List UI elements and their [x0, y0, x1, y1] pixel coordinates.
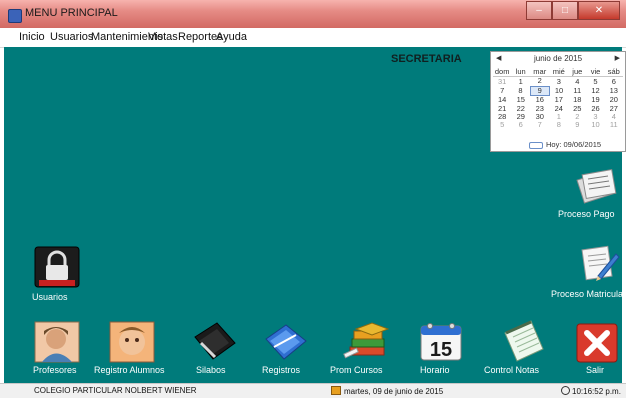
calendar-grid: dom lun mar mié jue vie sáb 31 1 2 3 4 5… — [493, 67, 623, 130]
registro-alumnos-label: Registro Alumnos — [94, 365, 165, 375]
calendar-day[interactable]: 31 — [493, 77, 511, 86]
app-icon — [8, 9, 22, 23]
window-title: MENU PRINCIPAL — [25, 7, 118, 19]
salir-label: Salir — [586, 365, 605, 375]
window-controls: – □ ✕ — [526, 1, 620, 20]
proceso-pago-button[interactable] — [576, 165, 618, 212]
month-calendar[interactable]: ◀ junio de 2015 ▶ dom lun mar mié jue vi… — [490, 51, 626, 152]
weekday-header: sáb — [604, 67, 623, 78]
status-time-section: 10:16:52 p.m. — [561, 386, 621, 396]
calendar-day[interactable]: 6 — [511, 121, 530, 130]
calendar-day[interactable]: 3 — [549, 77, 568, 86]
student-photo-icon — [109, 321, 155, 363]
minimize-button[interactable]: – — [526, 1, 552, 20]
weekday-header: dom — [493, 67, 512, 78]
silabos-button[interactable] — [191, 321, 237, 368]
status-bar: COLEGIO PARTICULAR NOLBERT WIENER martes… — [0, 383, 626, 398]
prom-cursos-label: Prom Cursos — [330, 365, 383, 375]
menu-ayuda[interactable]: Ayuda — [216, 31, 247, 43]
calendar-day[interactable]: 4 — [568, 77, 586, 86]
menu-vistas[interactable]: Vistas — [148, 31, 178, 43]
calendar-month-label: junio de 2015 — [533, 54, 583, 63]
calendar-day[interactable]: 7 — [530, 121, 549, 130]
calendar-day[interactable]: 8 — [549, 121, 568, 130]
prom-cursos-button[interactable] — [342, 321, 392, 368]
calendar-day[interactable]: 9 — [568, 121, 586, 130]
today-marker-icon — [529, 141, 543, 149]
status-date: martes, 09 de junio de 2015 — [344, 387, 444, 396]
desktop-area: SECRETARIA ◀ junio de 2015 ▶ dom lun mar… — [4, 47, 626, 383]
lock-icon — [34, 246, 80, 288]
registros-label: Registros — [262, 365, 301, 375]
calendar-day[interactable]: 5 — [493, 121, 511, 130]
calendar-day[interactable]: 11 — [605, 121, 623, 130]
horario-button[interactable]: 15 — [419, 322, 463, 367]
weekday-header: mié — [549, 67, 569, 78]
clock-icon — [561, 386, 570, 395]
registro-alumnos-button[interactable] — [109, 321, 155, 368]
graduation-books-icon — [343, 322, 390, 359]
usuarios-label: Usuarios — [32, 292, 68, 302]
usuarios-button[interactable] — [34, 246, 80, 293]
black-binder-icon — [194, 322, 236, 360]
today-label: Hoy: 09/06/2015 — [546, 140, 602, 149]
proceso-matricula-button[interactable] — [578, 242, 620, 289]
registros-button[interactable] — [262, 321, 308, 368]
weekday-header: lun — [511, 67, 531, 78]
proceso-pago-label: Proceso Pago — [558, 209, 615, 219]
calendar-today[interactable]: Hoy: 09/06/2015 — [529, 140, 601, 149]
control-notas-label: Control Notas — [484, 365, 540, 375]
next-month-icon[interactable]: ▶ — [615, 54, 620, 62]
close-button[interactable]: ✕ — [578, 1, 620, 20]
profesores-label: Profesores — [33, 365, 77, 375]
school-name: COLEGIO PARTICULAR NOLBERT WIENER — [34, 386, 197, 395]
blue-folder-icon — [265, 324, 307, 360]
calendar-small-icon — [331, 386, 341, 395]
payment-papers-icon — [576, 168, 617, 204]
calendar-day[interactable]: 1 — [511, 77, 530, 86]
calendar-day[interactable]: 5 — [586, 77, 604, 86]
horario-label: Horario — [420, 365, 450, 375]
silabos-label: Silabos — [196, 365, 226, 375]
menu-bar: Inicio Usuarios Mantenimiento Vistas Rep… — [0, 28, 626, 48]
calendar-day[interactable]: 6 — [605, 77, 623, 86]
exit-x-icon — [576, 323, 618, 363]
weekday-header: jue — [568, 67, 587, 78]
menu-usuarios[interactable]: Usuarios — [50, 31, 93, 43]
calendar-day[interactable]: 10 — [586, 121, 604, 130]
title-bar[interactable]: MENU PRINCIPAL – □ ✕ — [0, 0, 626, 28]
status-date-section: martes, 09 de junio de 2015 — [331, 386, 443, 396]
calendar-icon: 15 — [420, 323, 462, 361]
profesores-button[interactable] — [34, 321, 80, 368]
horario-day-number: 15 — [430, 339, 452, 361]
maximize-button[interactable]: □ — [552, 1, 578, 20]
notepad-icon — [504, 320, 544, 362]
menu-inicio[interactable]: Inicio — [19, 31, 45, 43]
control-notas-button[interactable] — [501, 319, 545, 368]
document-pencil-icon — [581, 245, 620, 281]
main-window: MENU PRINCIPAL – □ ✕ Inicio Usuarios Man… — [0, 0, 626, 398]
role-label: SECRETARIA — [391, 53, 462, 65]
salir-button[interactable] — [576, 323, 618, 368]
status-time: 10:16:52 p.m. — [572, 387, 621, 396]
proceso-matricula-label: Proceso Matricula — [551, 289, 624, 299]
calendar-day[interactable]: 2 — [530, 77, 549, 86]
weekday-header: vie — [586, 67, 605, 78]
teacher-photo-icon — [34, 321, 80, 363]
